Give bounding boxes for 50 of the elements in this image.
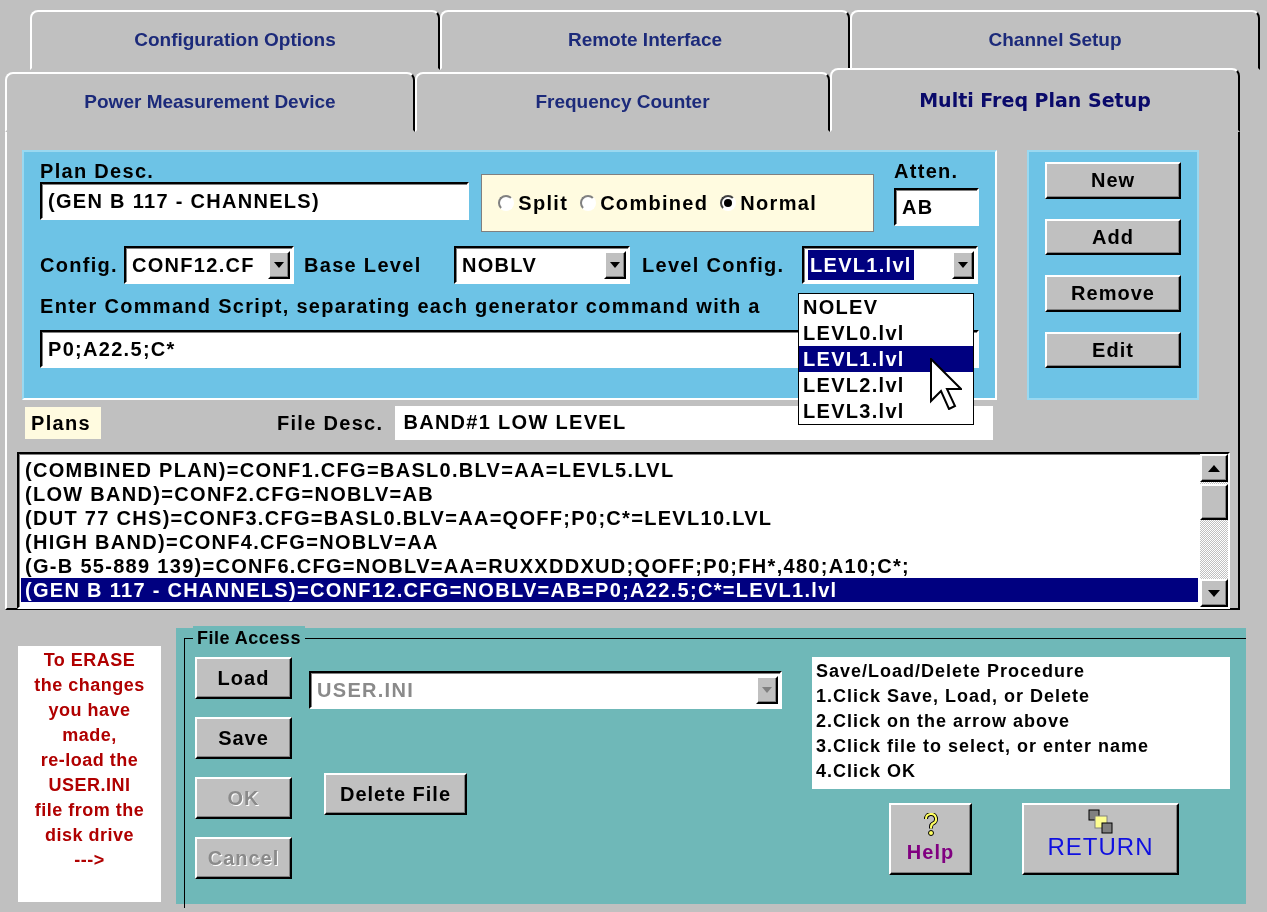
tab[interactable]: Configuration Options bbox=[30, 10, 440, 70]
list-item[interactable]: (DUT 77 CHS)=CONF3.CFG=BASL0.BLV=AA=QOFF;P0;C*=LEVL10.LVL bbox=[21, 506, 1198, 530]
scrollbar[interactable] bbox=[1200, 454, 1228, 607]
tab[interactable]: Channel Setup bbox=[850, 10, 1260, 70]
tab[interactable]: Multi Freq Plan Setup bbox=[830, 68, 1240, 132]
tab[interactable]: Power Measurement Device bbox=[5, 72, 415, 132]
help-button[interactable]: Help bbox=[889, 803, 972, 875]
text-field[interactable]: (GEN B 117 - CHANNELS) bbox=[40, 182, 470, 220]
list-item[interactable]: (LOW BAND)=CONF2.CFG=NOBLV=AB bbox=[21, 482, 1198, 506]
instruction-text: Enter Command Script, separating each generator command with a bbox=[40, 294, 762, 318]
instruction-text: Save/Load/Delete Procedure 1.Click Save, Load, or Delete 2.Click on the arrow above 3.Click file to select, or enter name 4.Click OK bbox=[812, 657, 1230, 789]
list-label: Plans bbox=[25, 407, 101, 439]
field-label: Atten. bbox=[894, 160, 960, 182]
radio-label[interactable]: Split bbox=[518, 188, 569, 218]
field-label: Plan Desc. bbox=[40, 160, 156, 182]
radio-label[interactable]: Normal bbox=[740, 188, 818, 218]
cursor-icon bbox=[930, 358, 962, 410]
radio-button[interactable] bbox=[720, 195, 737, 211]
up-arrow-icon bbox=[1208, 464, 1220, 472]
list-item[interactable]: (COMBINED PLAN)=CONF1.CFG=BASL0.BLV=AA=LEVL5.LVL bbox=[21, 458, 1198, 482]
button[interactable]: Load bbox=[195, 657, 292, 699]
field-label: Config. bbox=[40, 253, 119, 278]
dropdown-option[interactable]: LEVL2.lvl bbox=[799, 372, 973, 398]
field-label: Base Level bbox=[303, 253, 423, 278]
dropdown-option[interactable]: NOLEV bbox=[799, 294, 973, 320]
radio-button[interactable] bbox=[580, 195, 597, 211]
down-arrow-icon bbox=[1208, 589, 1220, 597]
text-field[interactable]: AB bbox=[894, 188, 979, 226]
radio-label[interactable]: Combined bbox=[600, 188, 709, 218]
button[interactable]: Edit bbox=[1045, 331, 1181, 368]
field-label: File Desc. bbox=[277, 411, 384, 436]
tab[interactable]: Remote Interface bbox=[440, 10, 850, 70]
return-button[interactable]: RETURN bbox=[1022, 803, 1179, 875]
scroll-thumb[interactable] bbox=[1200, 484, 1228, 520]
button[interactable]: Delete File bbox=[324, 773, 467, 815]
button[interactable]: Add bbox=[1045, 218, 1181, 255]
list-item[interactable]: (GEN B 117 - CHANNELS)=CONF12.CFG=NOBLV=AB=P0;A22.5;C*=LEVL1.lvl bbox=[21, 578, 1198, 602]
tab[interactable]: Frequency Counter bbox=[415, 72, 830, 132]
combo-value[interactable]: LEVL1.lvl bbox=[808, 250, 914, 280]
question-icon bbox=[923, 813, 938, 837]
list-item[interactable]: (G-B 55-889 139)=CONF6.CFG=NOBLV=AA=RUXXDDXUD;QOFF;P0;FH*,480;A10;C*; bbox=[21, 554, 1198, 578]
button[interactable]: New bbox=[1045, 162, 1181, 199]
windows-icon bbox=[1087, 809, 1114, 835]
dropdown-option[interactable]: LEVL1.lvl bbox=[799, 346, 973, 372]
note-text: To ERASE the changes you have made, re-load the USER.INI file from the disk drive ---> bbox=[18, 646, 161, 902]
list-item[interactable]: (HIGH BAND)=CONF4.CFG=NOBLV=AA bbox=[21, 530, 1198, 554]
field-label: Level Config. bbox=[641, 253, 786, 278]
button[interactable]: Save bbox=[195, 717, 292, 759]
button[interactable]: Remove bbox=[1045, 275, 1181, 312]
radio-button[interactable] bbox=[498, 195, 515, 211]
